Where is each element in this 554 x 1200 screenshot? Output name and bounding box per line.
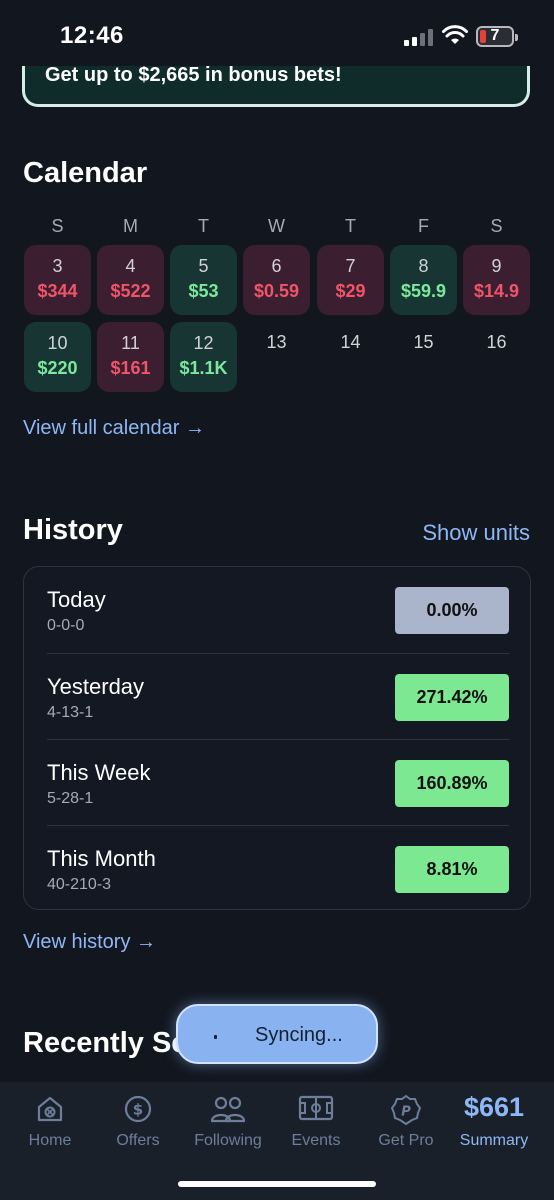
- history-row[interactable]: This Week 5-28-1 160.89%: [47, 739, 509, 825]
- roi-badge: 0.00%: [395, 587, 509, 634]
- day-number: 16: [486, 332, 507, 352]
- calendar-day: 14: [317, 322, 384, 392]
- day-amount: $53: [188, 281, 219, 301]
- status-time: 12:46: [60, 22, 124, 49]
- day-amount: $522: [110, 281, 151, 301]
- calendar-day[interactable]: 5 $53: [170, 245, 237, 315]
- tab-label: Home: [28, 1132, 72, 1149]
- tab-label: Following: [194, 1132, 262, 1149]
- day-number: 12: [193, 333, 214, 353]
- history-record: 40-210-3: [47, 876, 112, 893]
- battery-level: 7: [490, 27, 500, 44]
- syncing-toast: Syncing...: [176, 1004, 378, 1064]
- day-number: 11: [121, 333, 140, 353]
- home-icon: [37, 1096, 63, 1122]
- calendar-day: 13: [243, 322, 310, 392]
- show-units-button[interactable]: Show units: [422, 520, 530, 546]
- status-bar: 12:46 7: [0, 0, 554, 66]
- history-row[interactable]: This Month 40-210-3 8.81%: [47, 825, 509, 911]
- weekday-label: F: [418, 216, 429, 236]
- weekday-label: S: [490, 216, 503, 236]
- day-amount: $220: [37, 358, 78, 378]
- roi-badge: 8.81%: [395, 846, 509, 893]
- view-history-link[interactable]: View history →: [23, 931, 156, 954]
- weekday-label: T: [198, 216, 209, 236]
- weekday-label: T: [345, 216, 356, 236]
- calendar-day[interactable]: 7 $29: [317, 245, 384, 315]
- stadium-icon: [298, 1095, 334, 1121]
- calendar-title: Calendar: [23, 157, 148, 189]
- day-number: 6: [271, 256, 282, 276]
- history-record: 0-0-0: [47, 617, 85, 634]
- history-row[interactable]: Today 0-0-0 0.00%: [47, 567, 509, 653]
- roi-badge: 271.42%: [395, 674, 509, 721]
- weekday-label: W: [268, 216, 285, 236]
- history-record: 4-13-1: [47, 704, 94, 721]
- day-amount: $0.59: [253, 281, 300, 301]
- tab-label: Summary: [459, 1132, 529, 1149]
- history-title: History: [23, 514, 123, 546]
- calendar-day[interactable]: 10 $220: [24, 322, 91, 392]
- day-number: 13: [266, 332, 287, 352]
- history-record: 5-28-1: [47, 790, 94, 807]
- day-number: 5: [198, 256, 209, 276]
- calendar-day: 15: [390, 322, 457, 392]
- recently-section-title: Recently Se: [23, 1027, 188, 1059]
- history-row[interactable]: Yesterday 4-13-1 271.42%: [47, 653, 509, 739]
- calendar-day[interactable]: 6 $0.59: [243, 245, 310, 315]
- day-amount: $344: [37, 281, 78, 301]
- wifi-icon: [442, 25, 468, 44]
- day-number: 9: [491, 256, 502, 276]
- promo-text: Get up to $2,665 in bonus bets!: [45, 64, 342, 86]
- calendar-day[interactable]: 11 $161: [97, 322, 164, 392]
- calendar-day[interactable]: 9 $14.9: [463, 245, 530, 315]
- day-number: 4: [125, 256, 136, 276]
- day-number: 15: [413, 332, 434, 352]
- history-period: Today: [47, 587, 106, 612]
- day-amount: $29: [335, 281, 366, 301]
- calendar-day[interactable]: 3 $344: [24, 245, 91, 315]
- syncing-text: Syncing...: [255, 1024, 343, 1046]
- weekday-label: S: [51, 216, 64, 236]
- day-number: 8: [418, 256, 429, 276]
- calendar-day[interactable]: 12 $1.1K: [170, 322, 237, 392]
- home-indicator: [178, 1181, 376, 1187]
- day-amount: $1.1K: [179, 358, 228, 378]
- day-number: 10: [47, 333, 68, 353]
- history-period: Yesterday: [47, 674, 145, 699]
- history-period: This Month: [47, 846, 156, 871]
- history-period: This Week: [47, 760, 151, 785]
- cellular-signal-icon: [404, 28, 434, 46]
- pro-badge-icon: P: [390, 1094, 422, 1126]
- summary-value: $661: [463, 1092, 525, 1122]
- history-card: Today 0-0-0 0.00% Yesterday 4-13-1 271.42% Thi…: [23, 566, 531, 910]
- svg-text:$: $: [133, 1101, 143, 1119]
- tab-label: Get Pro: [378, 1132, 434, 1149]
- roi-badge: 160.89%: [395, 760, 509, 807]
- weekday-label: M: [123, 216, 138, 236]
- day-amount: $59.9: [400, 281, 447, 301]
- dollar-coin-icon: $: [124, 1095, 152, 1123]
- day-amount: $161: [110, 358, 151, 378]
- calendar-day: 16: [463, 322, 530, 392]
- view-full-calendar-link[interactable]: View full calendar →: [23, 417, 205, 440]
- day-number: 3: [52, 256, 63, 276]
- spinner-icon: [214, 1035, 217, 1039]
- day-number: 14: [340, 332, 361, 352]
- battery-icon: 7: [476, 26, 518, 47]
- day-number: 7: [345, 256, 356, 276]
- tab-label: Events: [291, 1132, 341, 1149]
- calendar-day[interactable]: 8 $59.9: [390, 245, 457, 315]
- calendar-day[interactable]: 4 $522: [97, 245, 164, 315]
- day-amount: $14.9: [473, 281, 520, 301]
- users-icon: [210, 1096, 246, 1123]
- tab-label: Offers: [116, 1132, 160, 1149]
- svg-text:P: P: [401, 1105, 411, 1120]
